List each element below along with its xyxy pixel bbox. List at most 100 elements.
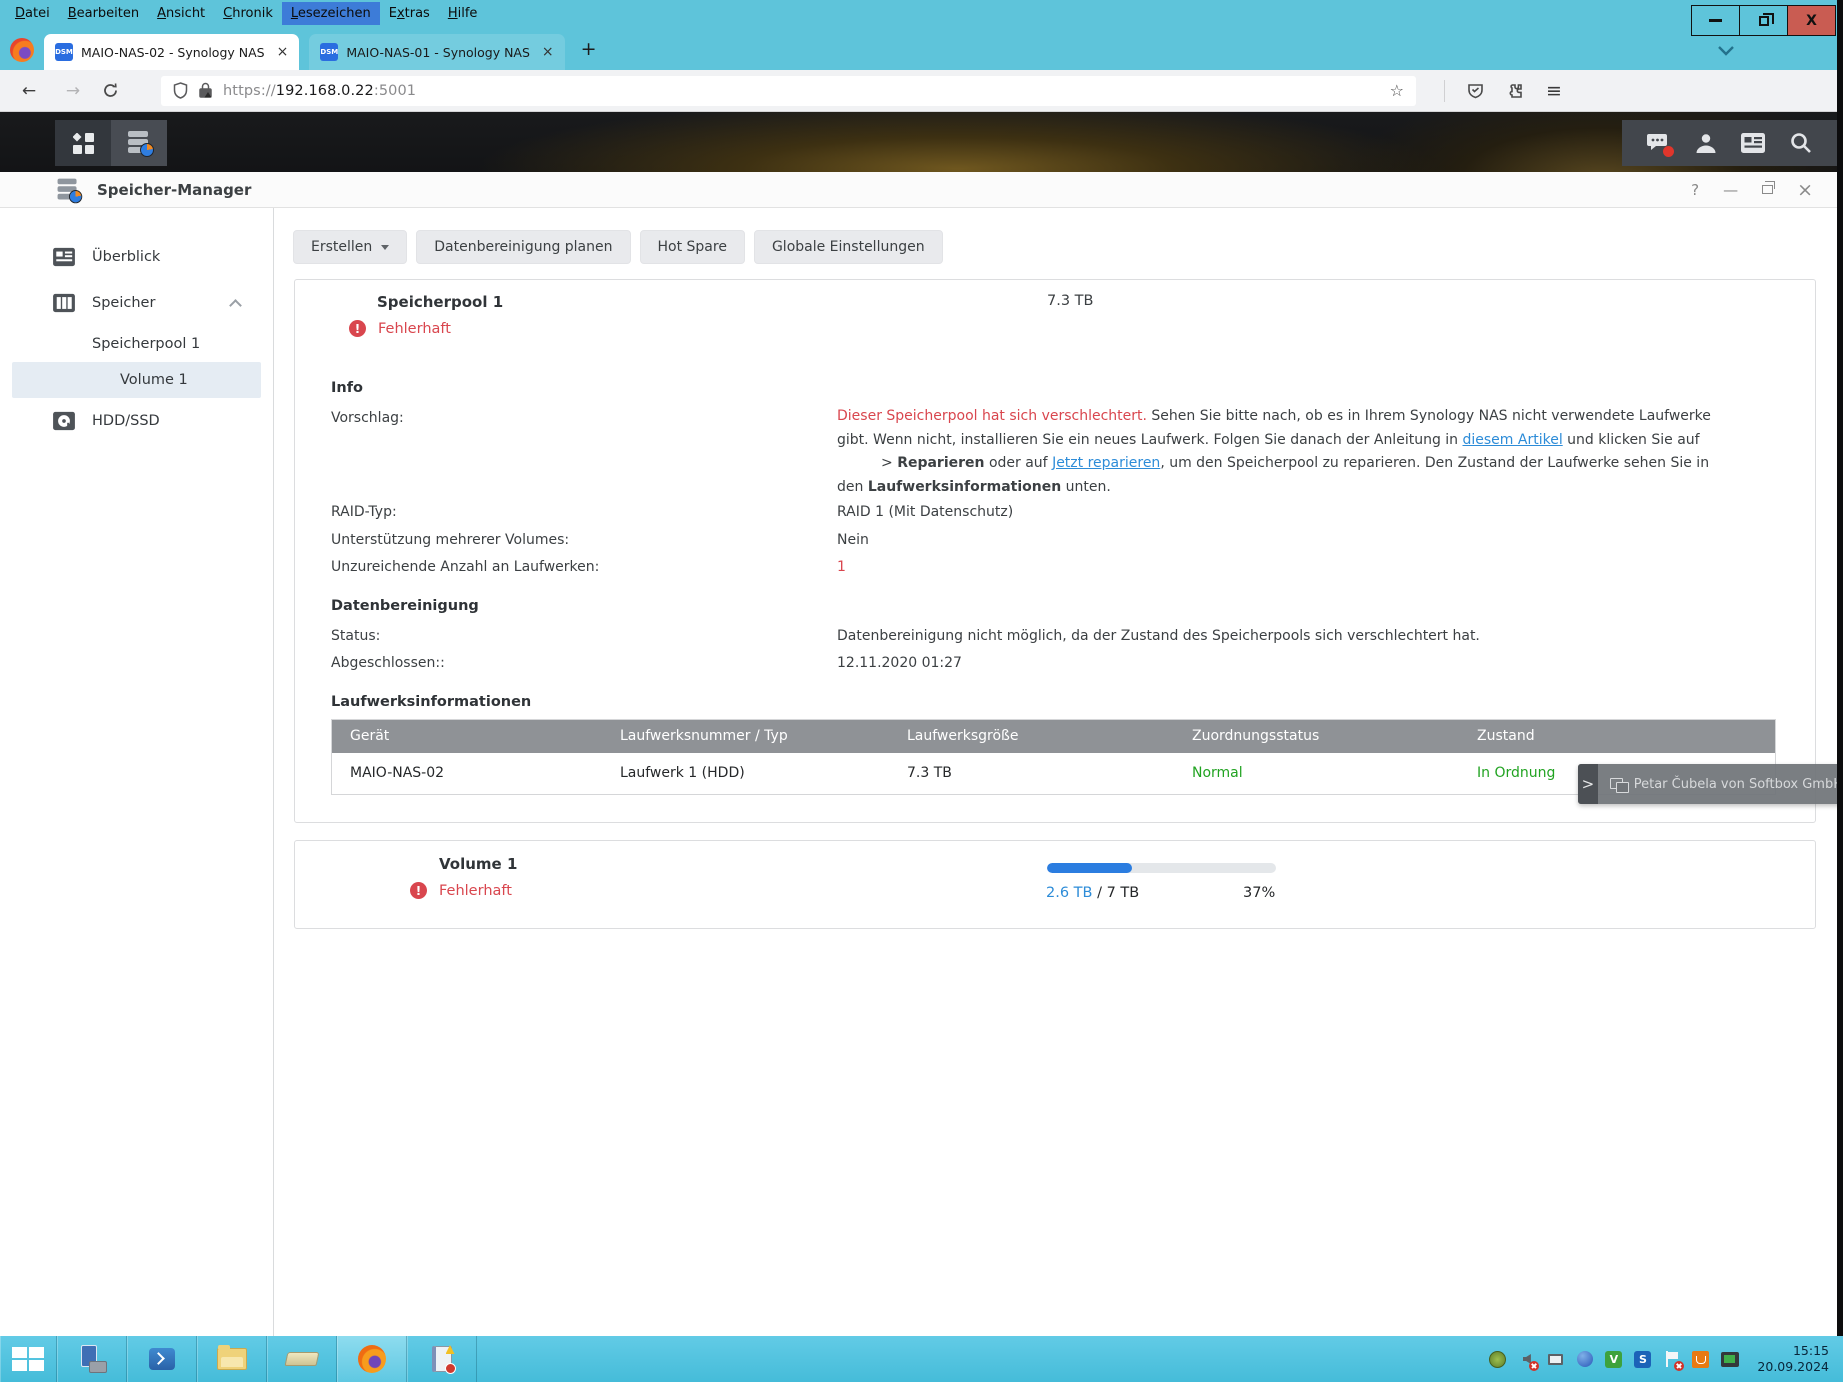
tray-sophos-icon[interactable]: S (1633, 1350, 1652, 1369)
dsm-main-menu-button[interactable] (55, 120, 111, 166)
menu-bearbeiten[interactable]: Bearbeiten (59, 2, 148, 25)
sidebar-item-hdd-ssd[interactable]: HDD/SSD (0, 398, 273, 444)
window-close-button[interactable]: × (1797, 179, 1813, 201)
dropdown-caret-icon (381, 245, 389, 250)
storage-manager-icon (128, 131, 150, 155)
global-settings-button[interactable]: Globale Einstellungen (754, 230, 943, 264)
presence-collapse-chevron[interactable]: > (1578, 764, 1598, 804)
bookmark-star-icon[interactable]: ☆ (1390, 81, 1404, 100)
clock-date: 20.09.2024 (1757, 1359, 1829, 1375)
tray-antivirus-icon[interactable]: V (1604, 1350, 1623, 1369)
create-button[interactable]: Erstellen (293, 230, 407, 264)
tray-java-icon[interactable] (1691, 1350, 1710, 1369)
toolbar: Erstellen Datenbereinigung planen Hot Sp… (293, 230, 943, 264)
menu-extras[interactable]: Extras (380, 2, 439, 25)
lock-warning-icon[interactable] (198, 82, 213, 99)
collapse-chevron-up-icon[interactable] (231, 299, 241, 309)
back-button[interactable]: ← (14, 81, 44, 101)
drive-table-header: Gerät Laufwerksnummer / Typ Laufwerksgrö… (332, 720, 1775, 753)
storage-manager-window-controls: ? — × (1691, 179, 1813, 201)
sidebar-label: Überblick (92, 249, 160, 265)
table-row[interactable]: MAIO-NAS-02 Laufwerk 1 (HDD) 7.3 TB Norm… (332, 753, 1775, 794)
sidebar-item-ueberblick[interactable]: Überblick (0, 234, 273, 280)
start-button[interactable] (0, 1336, 57, 1382)
powershell-icon (149, 1348, 175, 1370)
schedule-scrubbing-button[interactable]: Datenbereinigung planen (416, 230, 630, 264)
taskbar-notes-app[interactable] (407, 1336, 477, 1382)
pool-status: Fehlerhaft (378, 321, 451, 337)
tray-remote-display-icon[interactable] (1720, 1350, 1739, 1369)
new-tab-button[interactable]: + (581, 38, 597, 60)
tab-close-icon[interactable]: × (542, 44, 554, 60)
tab-maio-nas-02[interactable]: DSM MAIO-NAS-02 - Synology NAS × (44, 34, 299, 70)
global-settings-button-label: Globale Einstellungen (772, 239, 925, 255)
user-account-icon[interactable] (1693, 130, 1719, 156)
widgets-icon[interactable] (1740, 130, 1766, 156)
sidebar-label: Speicherpool 1 (92, 336, 200, 352)
raid-type-value: RAID 1 (Mit Datenschutz) (837, 499, 1721, 527)
menu-ansicht[interactable]: Ansicht (148, 2, 214, 25)
taskbar-file-explorer[interactable] (197, 1336, 267, 1382)
taskbar-server-manager[interactable] (57, 1336, 127, 1382)
url-bar[interactable]: https://192.168.0.22:5001 ☆ (161, 76, 1416, 106)
tray-action-center-flag-icon[interactable] (1662, 1350, 1681, 1369)
info-heading: Info (331, 380, 1781, 396)
maximize-button[interactable] (1739, 5, 1788, 36)
storage-pool-card[interactable]: Speicherpool 1 7.3 TB ! Fehlerhaft Info … (294, 279, 1816, 823)
sidebar-item-speicherpool-1[interactable]: Speicherpool 1 (12, 326, 261, 362)
reload-button[interactable] (102, 82, 119, 99)
tray-network-icon[interactable] (1546, 1350, 1565, 1369)
insufficient-drives-row: Unzureichende Anzahl an Laufwerken: 1 (331, 554, 1781, 582)
sidebar-item-volume-1[interactable]: Volume 1 (12, 362, 261, 398)
pocket-shield-icon[interactable] (1467, 82, 1484, 99)
search-icon[interactable] (1788, 130, 1814, 156)
windows-logo-icon (12, 1347, 44, 1371)
raid-type-row: RAID-Typ: RAID 1 (Mit Datenschutz) (331, 499, 1781, 527)
window-minimize-button[interactable]: — (1723, 181, 1738, 199)
window-maximize-button[interactable] (1762, 185, 1773, 194)
pool-details: Info Vorschlag: Dieser Speicherpool hat … (331, 380, 1781, 795)
tray-volume-muted-icon[interactable] (1517, 1350, 1536, 1369)
close-icon: X (1806, 13, 1817, 29)
close-button[interactable]: X (1787, 5, 1836, 36)
volume-card[interactable]: Volume 1 ! Fehlerhaft 2.6 TB / 7 TB 37% (294, 840, 1816, 929)
taskbar-clock[interactable]: 15:15 20.09.2024 (1749, 1343, 1829, 1375)
sidebar-item-speicher[interactable]: Speicher (0, 280, 273, 326)
forward-button[interactable]: → (58, 81, 88, 101)
notification-badge (1663, 146, 1674, 157)
tray-teamviewer-icon[interactable] (1575, 1350, 1594, 1369)
pool-size: 7.3 TB (1047, 293, 1093, 309)
hot-spare-button[interactable]: Hot Spare (640, 230, 745, 264)
create-button-label: Erstellen (311, 239, 372, 255)
extensions-puzzle-icon[interactable] (1506, 82, 1524, 100)
tab-close-icon[interactable]: × (277, 44, 289, 60)
suggestion-row: Vorschlag: Dieser Speicherpool hat sich … (331, 405, 1781, 499)
link-diesem-artikel[interactable]: diesem Artikel (1463, 432, 1563, 448)
tray-softbox-icon[interactable] (1488, 1350, 1507, 1369)
windows-taskbar: V S 15:15 20.09.2024 (0, 1336, 1843, 1382)
menu-chronik[interactable]: Chronik (214, 2, 282, 25)
notifications-icon[interactable] (1645, 130, 1671, 156)
firefox-icon[interactable] (10, 38, 34, 62)
shield-icon[interactable] (173, 82, 188, 99)
minimize-button[interactable] (1691, 5, 1740, 36)
overview-icon (52, 247, 78, 267)
tab-list-chevron-icon[interactable] (1716, 44, 1738, 60)
taskbar-scanner-app[interactable] (267, 1336, 337, 1382)
tab-maio-nas-01[interactable]: DSM MAIO-NAS-01 - Synology NAS × (309, 34, 564, 70)
menu-hilfe[interactable]: Hilfe (439, 2, 487, 25)
main-menu-grid-icon (73, 133, 94, 154)
storage-manager-window: Speicher-Manager ? — × Überblick (0, 172, 1843, 1336)
taskbar-powershell[interactable] (127, 1336, 197, 1382)
dsm-storage-manager-task-button[interactable] (111, 120, 167, 166)
drive-table: Gerät Laufwerksnummer / Typ Laufwerksgrö… (331, 719, 1776, 795)
taskbar-firefox[interactable] (337, 1336, 407, 1382)
scrub-button-label: Datenbereinigung planen (434, 239, 612, 255)
storage-manager-titlebar[interactable]: Speicher-Manager ? — × (0, 172, 1843, 208)
link-jetzt-reparieren[interactable]: Jetzt reparieren (1052, 455, 1160, 471)
menu-datei[interactable]: Datei (6, 2, 59, 25)
help-button[interactable]: ? (1691, 181, 1699, 199)
app-menu-icon[interactable]: ≡ (1546, 80, 1562, 102)
menu-lesezeichen[interactable]: Lesezeichen (282, 2, 380, 25)
firefox-icon (358, 1345, 386, 1373)
